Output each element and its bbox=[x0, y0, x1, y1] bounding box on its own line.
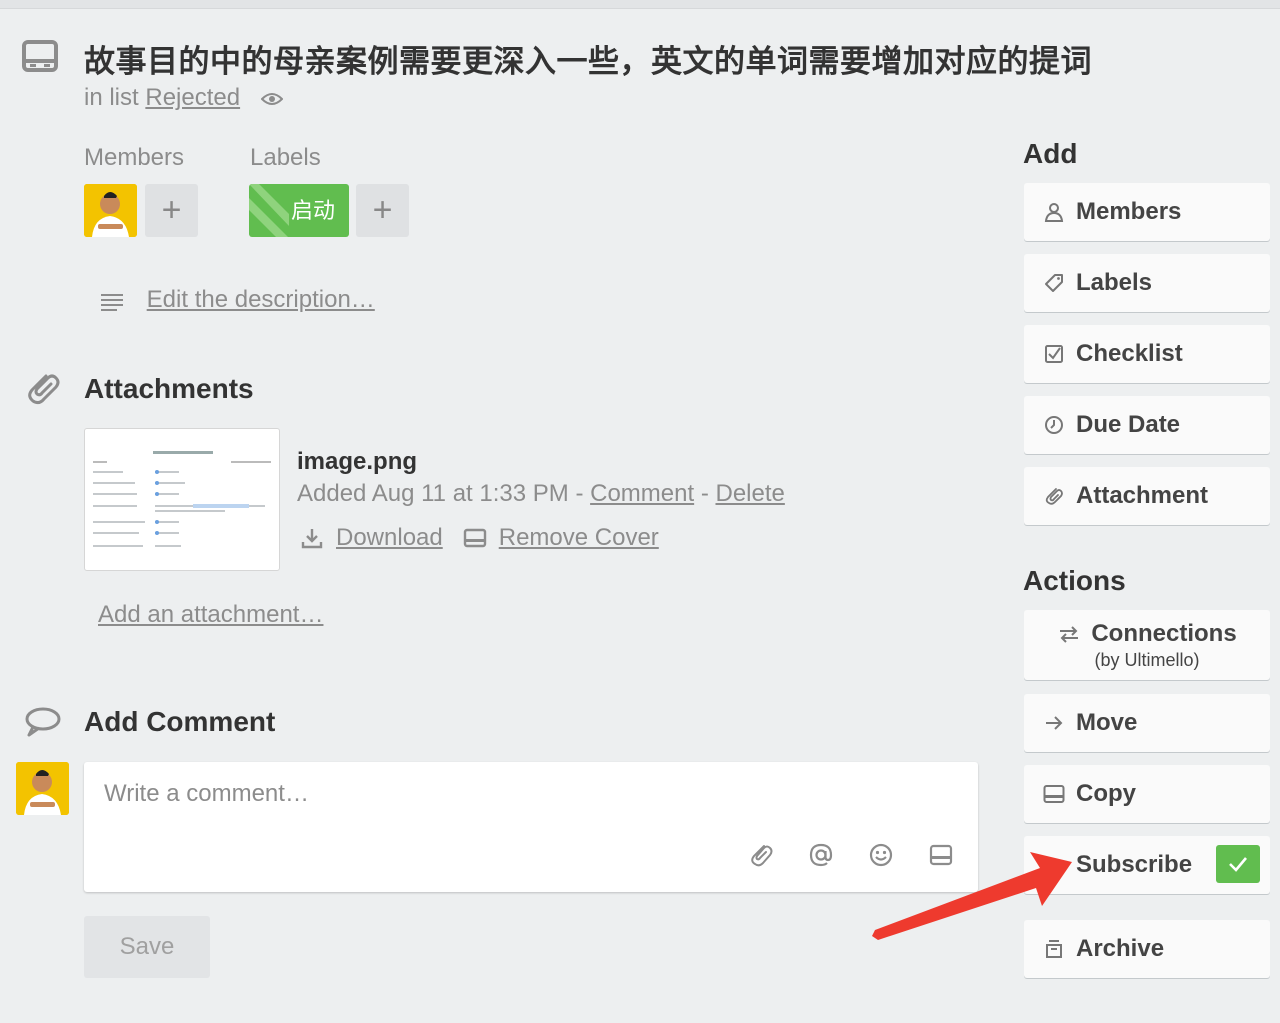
description-row: Edit the description… bbox=[100, 286, 375, 314]
label-stripes bbox=[249, 184, 289, 237]
current-user-avatar bbox=[16, 762, 69, 815]
connections-row: Connections bbox=[1057, 619, 1237, 648]
swap-arrows-icon bbox=[1057, 622, 1081, 646]
copy-label: Copy bbox=[1076, 780, 1136, 807]
archive-button[interactable]: Archive bbox=[1024, 920, 1270, 978]
member-avatar[interactable] bbox=[84, 184, 137, 237]
comment-placeholder: Write a comment… bbox=[104, 780, 309, 807]
add-member-button[interactable]: + bbox=[145, 184, 198, 237]
eye-icon bbox=[260, 92, 283, 105]
attachment-name[interactable]: image.png bbox=[297, 448, 417, 476]
eye-icon bbox=[1042, 853, 1066, 877]
connections-button[interactable]: Connections (by Ultimello) bbox=[1024, 610, 1270, 680]
attach-file-icon[interactable] bbox=[748, 842, 774, 868]
move-button[interactable]: Move bbox=[1024, 694, 1270, 752]
speech-bubble-icon bbox=[25, 707, 61, 737]
label-chip[interactable]: 启动 bbox=[249, 184, 349, 237]
attachment-thumbnail[interactable] bbox=[84, 428, 280, 571]
list-name-link[interactable]: Rejected bbox=[145, 84, 240, 111]
paperclip-icon bbox=[28, 374, 60, 405]
emoji-icon[interactable] bbox=[868, 842, 894, 868]
separator: - bbox=[575, 480, 584, 507]
add-attachment-label: Attachment bbox=[1076, 482, 1209, 509]
clock-icon bbox=[1042, 413, 1066, 437]
save-comment-button[interactable]: Save bbox=[84, 916, 210, 978]
add-labels-button[interactable]: Labels bbox=[1024, 254, 1270, 312]
tag-icon bbox=[1042, 271, 1066, 295]
edit-description-link[interactable]: Edit the description… bbox=[147, 286, 375, 313]
download-link[interactable]: Download bbox=[336, 524, 443, 552]
add-members-label: Members bbox=[1076, 198, 1182, 225]
subscribe-button[interactable]: Subscribe bbox=[1024, 836, 1270, 894]
move-label: Move bbox=[1076, 709, 1138, 736]
archive-label: Archive bbox=[1076, 935, 1165, 962]
attachments-heading: Attachments bbox=[84, 373, 254, 404]
in-list-info: in list Rejected bbox=[84, 84, 283, 112]
card-title[interactable]: 故事目的中的母亲案例需要更深入一些，英文的单词需要增加对应的提词 bbox=[84, 36, 1092, 81]
mention-icon[interactable] bbox=[808, 842, 834, 868]
in-list-prefix: in list bbox=[84, 84, 139, 111]
add-attachment-link[interactable]: Add an attachment… bbox=[98, 601, 323, 629]
attachment-comment-link[interactable]: Comment bbox=[590, 480, 694, 507]
comment-input[interactable]: Write a comment… bbox=[84, 762, 978, 892]
labels-heading: Labels bbox=[250, 144, 321, 171]
connections-sub: (by Ultimello) bbox=[1094, 649, 1200, 670]
add-checklist-button[interactable]: Checklist bbox=[1024, 325, 1270, 383]
add-attachment-button[interactable]: Attachment bbox=[1024, 467, 1270, 525]
arrow-right-icon bbox=[1042, 711, 1066, 735]
paperclip-icon bbox=[1042, 484, 1066, 508]
connections-label: Connections bbox=[1091, 619, 1237, 647]
attachment-actions: Download Remove Cover bbox=[300, 524, 659, 552]
attachment-added: Added Aug 11 at 1:33 PM bbox=[297, 480, 569, 507]
add-members-button[interactable]: Members bbox=[1024, 183, 1270, 241]
archive-icon bbox=[1042, 937, 1066, 961]
copy-button[interactable]: Copy bbox=[1024, 765, 1270, 823]
card-link-icon[interactable] bbox=[928, 842, 954, 868]
add-checklist-label: Checklist bbox=[1076, 340, 1183, 367]
person-icon bbox=[1042, 200, 1066, 224]
add-comment-heading: Add Comment bbox=[84, 706, 276, 737]
add-due-date-button[interactable]: Due Date bbox=[1024, 396, 1270, 454]
remove-cover-link[interactable]: Remove Cover bbox=[499, 524, 659, 552]
actions-heading: Actions bbox=[1023, 565, 1126, 596]
card-icon bbox=[1042, 782, 1066, 806]
add-heading: Add bbox=[1023, 138, 1078, 169]
add-label-button[interactable]: + bbox=[356, 184, 409, 237]
add-labels-label: Labels bbox=[1076, 269, 1153, 296]
cover-icon bbox=[463, 528, 486, 548]
subscribe-label: Subscribe bbox=[1076, 851, 1193, 878]
comment-toolbar bbox=[748, 842, 954, 868]
download-icon bbox=[301, 529, 323, 549]
subscribed-check-icon bbox=[1216, 845, 1260, 883]
add-due-date-label: Due Date bbox=[1076, 411, 1181, 438]
attachment-meta: Added Aug 11 at 1:33 PM - Comment - Dele… bbox=[297, 480, 785, 508]
members-heading: Members bbox=[84, 144, 185, 171]
checkbox-icon bbox=[1042, 342, 1066, 366]
attachment-delete-link[interactable]: Delete bbox=[715, 480, 784, 507]
card-icon bbox=[22, 40, 58, 72]
top-strip bbox=[0, 0, 1280, 9]
label-text: 启动 bbox=[290, 198, 335, 223]
separator: - bbox=[700, 480, 709, 507]
description-icon bbox=[101, 293, 123, 311]
